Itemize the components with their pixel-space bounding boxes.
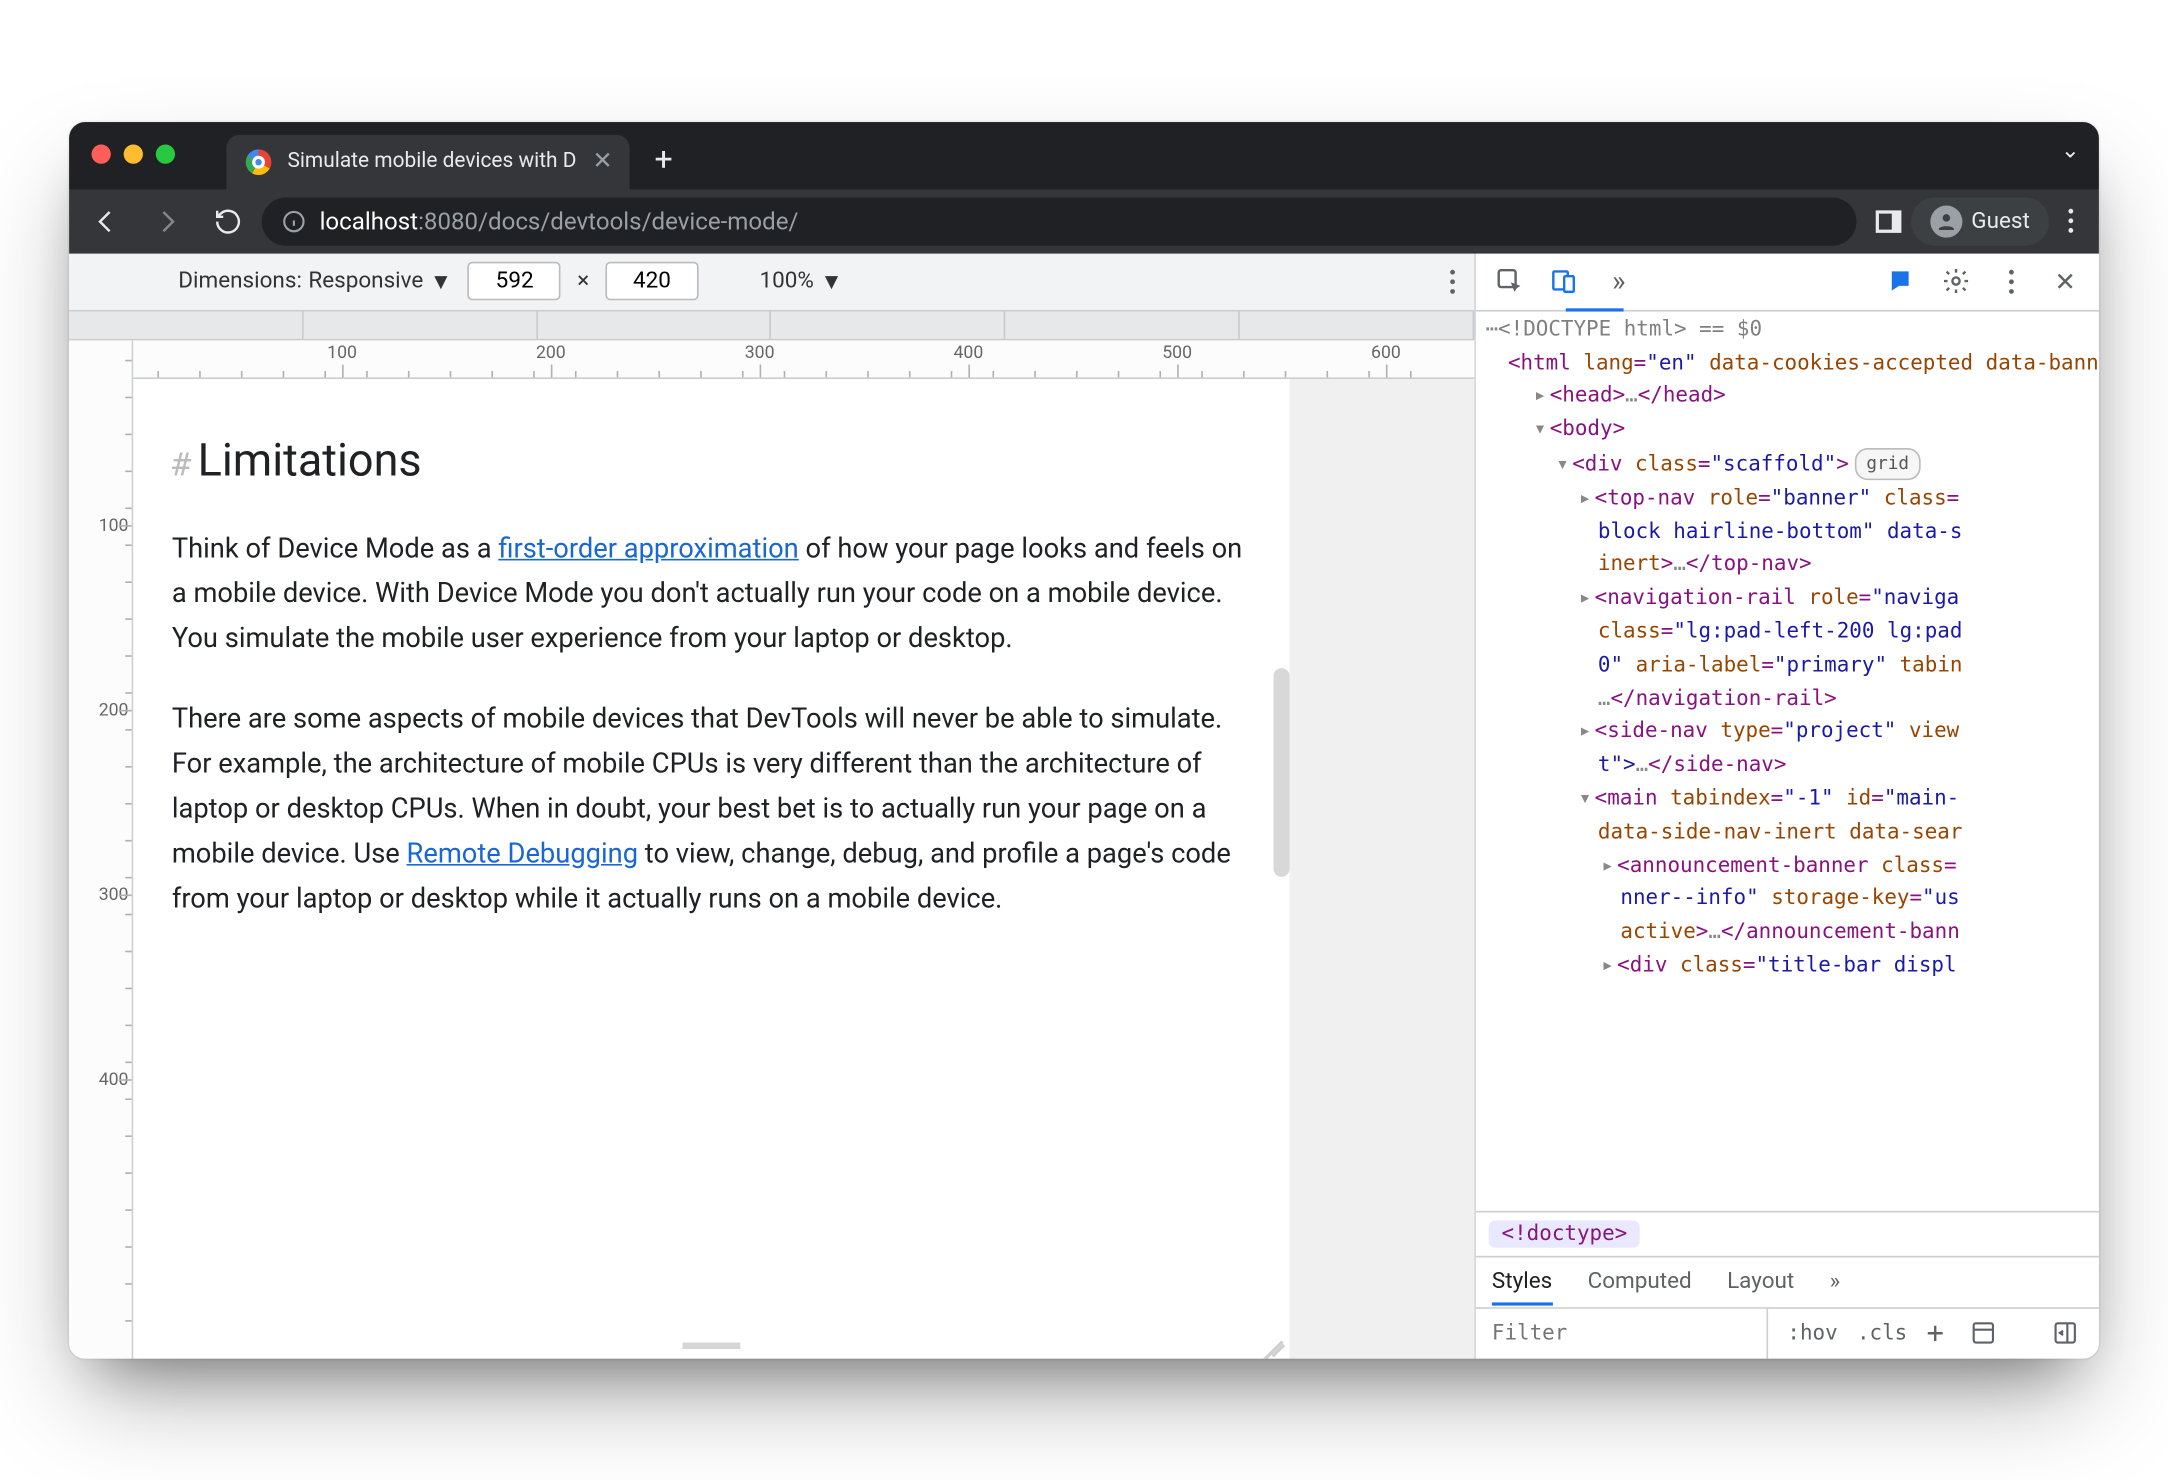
side-panel-button[interactable] bbox=[1875, 210, 1901, 232]
devtools-close-button[interactable]: ✕ bbox=[2044, 261, 2086, 303]
styles-filter-input[interactable] bbox=[1489, 1308, 1768, 1358]
url-host: localhost bbox=[320, 207, 418, 236]
ruler-tick: 100 bbox=[327, 342, 357, 363]
dropdown-icon: ▼ bbox=[820, 268, 842, 295]
profile-button[interactable]: Guest bbox=[1910, 197, 2049, 245]
hash-icon: # bbox=[172, 444, 191, 483]
elements-tree[interactable]: ⋯<!DOCTYPE html> == $0 <html lang="en" d… bbox=[1476, 311, 2099, 1210]
avatar-icon bbox=[1930, 205, 1962, 237]
browser-toolbar: localhost:8080/docs/devtools/device-mode… bbox=[69, 189, 2099, 253]
page-heading: #Limitations bbox=[172, 424, 1245, 498]
devtools-menu-button[interactable] bbox=[1990, 261, 2032, 303]
ruler-tick: 200 bbox=[536, 342, 566, 363]
ruler-tick: 600 bbox=[1371, 342, 1401, 363]
url-port: :8080 bbox=[418, 207, 478, 236]
settings-icon[interactable] bbox=[1935, 261, 1977, 303]
forward-button[interactable] bbox=[153, 207, 182, 236]
breadcrumb-item[interactable]: <!doctype> bbox=[1489, 1220, 1640, 1247]
dimensions-label: Dimensions: bbox=[178, 269, 302, 295]
chrome-icon bbox=[246, 149, 272, 175]
devtools-toolbar: » ✕ bbox=[1476, 253, 2099, 311]
tab-search-button[interactable]: ⌄ bbox=[2061, 138, 2080, 164]
whats-new-icon[interactable] bbox=[1881, 261, 1923, 303]
media-query-bar[interactable] bbox=[69, 311, 1474, 340]
page-scrollbar[interactable] bbox=[1273, 668, 1289, 877]
device-toolbar: Dimensions: Responsive ▼ × 100% ▼ bbox=[69, 253, 1474, 311]
toggle-sidebar-icon[interactable] bbox=[2044, 1312, 2086, 1354]
height-input[interactable] bbox=[605, 262, 698, 301]
back-button[interactable] bbox=[92, 207, 121, 236]
computed-styles-icon[interactable] bbox=[1963, 1312, 2005, 1354]
new-tab-button[interactable]: + bbox=[654, 139, 672, 178]
tab-layout[interactable]: Layout bbox=[1727, 1269, 1794, 1295]
dimensions-mode: Responsive bbox=[308, 269, 423, 295]
dimensions-select[interactable]: Dimensions: Responsive ▼ bbox=[178, 268, 452, 295]
vertical-ruler: 100 200 300 400 bbox=[69, 340, 133, 1358]
page-paragraph: There are some aspects of mobile devices… bbox=[172, 697, 1245, 922]
ruler-tick: 400 bbox=[953, 342, 983, 363]
viewport-canvas: #Limitations Think of Device Mode as a f… bbox=[133, 379, 1474, 1359]
grid-badge[interactable]: grid bbox=[1855, 448, 1920, 479]
first-order-link[interactable]: first-order approximation bbox=[498, 533, 798, 565]
inspect-element-button[interactable] bbox=[1489, 261, 1531, 303]
more-tabs-button[interactable]: » bbox=[1830, 1269, 1841, 1295]
window-close-button[interactable] bbox=[92, 144, 111, 163]
device-mode-toggle[interactable] bbox=[1543, 261, 1585, 303]
new-style-rule-button[interactable]: + bbox=[1927, 1317, 1944, 1351]
width-input[interactable] bbox=[468, 262, 561, 301]
remote-debugging-link[interactable]: Remote Debugging bbox=[407, 839, 638, 871]
dropdown-icon: ▼ bbox=[430, 268, 452, 295]
elements-breadcrumb[interactable]: <!doctype> bbox=[1476, 1211, 2099, 1256]
zoom-select[interactable]: 100% ▼ bbox=[760, 268, 843, 295]
address-bar[interactable]: localhost:8080/docs/devtools/device-mode… bbox=[262, 197, 1856, 245]
page-paragraph: Think of Device Mode as a first-order ap… bbox=[172, 527, 1245, 662]
profile-label: Guest bbox=[1971, 208, 2030, 234]
browser-menu-button[interactable] bbox=[2059, 209, 2083, 233]
content-area: Dimensions: Responsive ▼ × 100% ▼ bbox=[69, 253, 2099, 1358]
url-path: /docs/devtools/device-mode/ bbox=[478, 207, 798, 236]
tab-styles[interactable]: Styles bbox=[1492, 1269, 1552, 1295]
hov-toggle[interactable]: :hov bbox=[1787, 1321, 1837, 1345]
times-label: × bbox=[577, 269, 589, 295]
zoom-value: 100% bbox=[760, 269, 814, 295]
simulated-page[interactable]: #Limitations Think of Device Mode as a f… bbox=[133, 379, 1289, 1359]
styles-toolbar: :hov .cls + bbox=[1476, 1307, 2099, 1358]
browser-tab[interactable]: Simulate mobile devices with D ✕ bbox=[226, 135, 628, 190]
horizontal-ruler: 100 200 300 400 500 600 bbox=[133, 340, 1474, 379]
window-minimize-button[interactable] bbox=[124, 144, 143, 163]
styles-tabs: Styles Computed Layout » bbox=[1476, 1255, 2099, 1306]
cls-toggle[interactable]: .cls bbox=[1857, 1321, 1907, 1345]
tab-computed[interactable]: Computed bbox=[1588, 1269, 1692, 1295]
reload-button[interactable] bbox=[214, 207, 243, 236]
ruler-tick: 300 bbox=[745, 342, 775, 363]
site-info-icon[interactable] bbox=[281, 208, 307, 234]
device-mode-pane: Dimensions: Responsive ▼ × 100% ▼ bbox=[69, 253, 1476, 1358]
resize-handle-corner[interactable] bbox=[1261, 1329, 1287, 1355]
window-zoom-button[interactable] bbox=[156, 144, 175, 163]
window-titlebar: Simulate mobile devices with D ✕ + ⌄ bbox=[69, 122, 2099, 189]
devtools-pane: » ✕ ⋯<!DOCTYPE html> == $0 <html lang="e… bbox=[1476, 253, 2099, 1358]
browser-window: Simulate mobile devices with D ✕ + ⌄ bbox=[69, 122, 2099, 1359]
tab-title: Simulate mobile devices with D bbox=[287, 150, 576, 174]
ruler-tick: 500 bbox=[1162, 342, 1192, 363]
device-toolbar-menu[interactable] bbox=[1450, 269, 1455, 293]
tab-close-icon[interactable]: ✕ bbox=[592, 150, 612, 174]
resize-handle-bottom[interactable] bbox=[683, 1342, 741, 1348]
more-tabs-button[interactable]: » bbox=[1598, 261, 1640, 303]
window-controls bbox=[92, 144, 176, 163]
